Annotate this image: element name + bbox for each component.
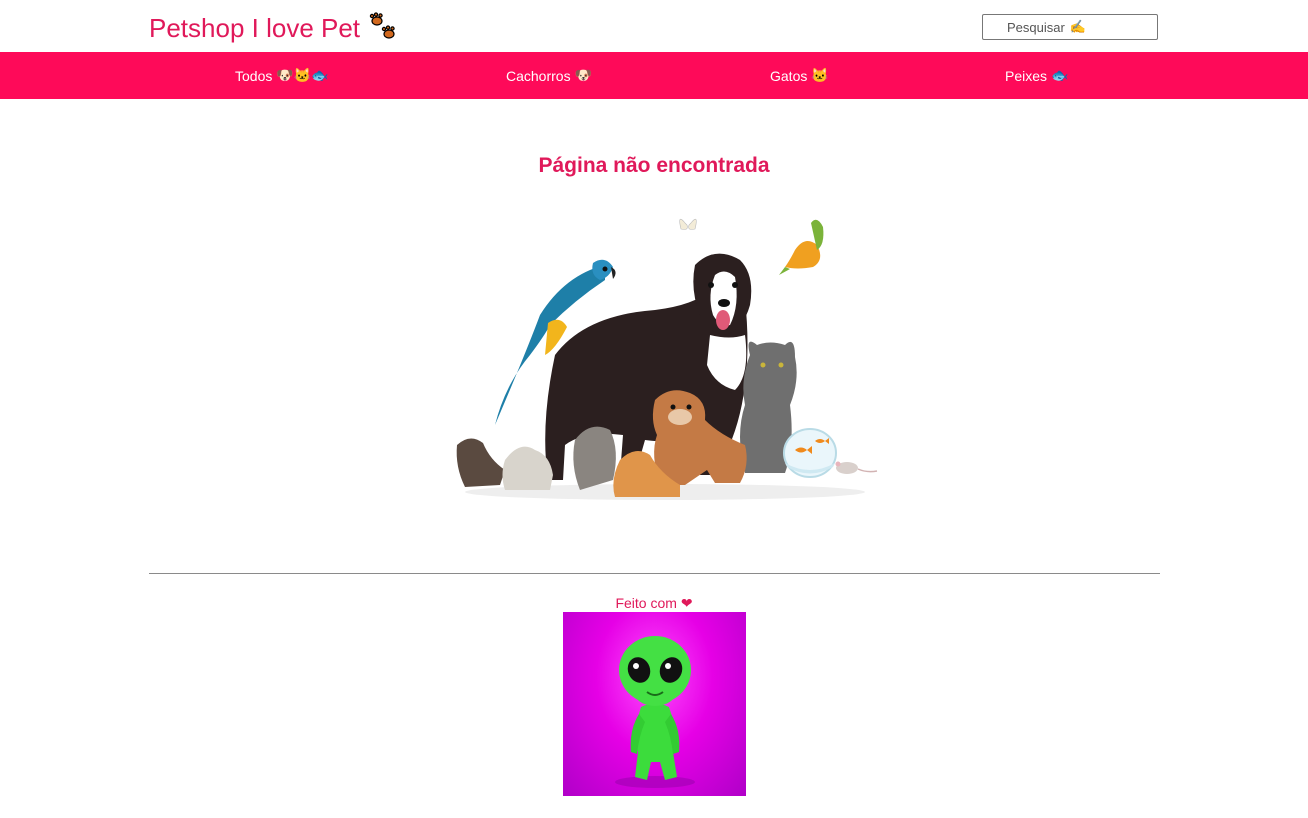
site-header: Petshop I love Pet Pesquisar ✍ [0,0,1308,52]
fish-icon: 🐟 [1051,67,1069,83]
pets-icon: 🐶🐱🐟 [276,67,329,83]
paw-icon [368,12,400,44]
nav-item-peixes[interactable]: Peixes 🐟 [1005,52,1068,99]
ferret-rabbit-illustration [456,438,553,490]
alien-image [563,612,746,796]
fishbowl-illustration [783,428,837,478]
pets-group-image [445,205,885,505]
nav-item-label: Peixes [1005,67,1048,84]
page-title: Página não encontrada [538,154,770,177]
mouse-illustration [835,461,878,474]
footer-divider [149,573,1160,574]
nav-item-cachorros[interactable]: Cachorros 🐶 [506,52,592,99]
nav-item-todos[interactable]: Todos 🐶🐱🐟 [235,52,329,99]
nav-item-label: Gatos [770,67,808,84]
cat-icon: 🐱 [811,67,829,83]
logo-text: Petshop I love Pet [149,12,361,43]
pencil-icon: ✍ [1069,19,1086,34]
site-logo[interactable]: Petshop I love Pet [149,12,400,44]
made-with-text: Feito com [615,595,677,611]
nav-item-label: Todos [235,67,273,84]
search-input[interactable]: Pesquisar ✍ [982,14,1158,40]
parakeet-illustration [779,219,824,275]
category-navbar: Todos 🐶🐱🐟 Cachorros 🐶 Gatos 🐱 Peixes 🐟 [0,52,1308,99]
butterfly-illustration [679,218,697,230]
footer-credit: Feito com ❤ [0,595,1308,612]
search-placeholder: Pesquisar [1007,19,1065,35]
heart-icon: ❤ [680,595,693,611]
nav-item-gatos[interactable]: Gatos 🐱 [770,52,829,99]
nav-item-label: Cachorros [506,67,571,84]
dog-icon: 🐶 [574,67,593,83]
